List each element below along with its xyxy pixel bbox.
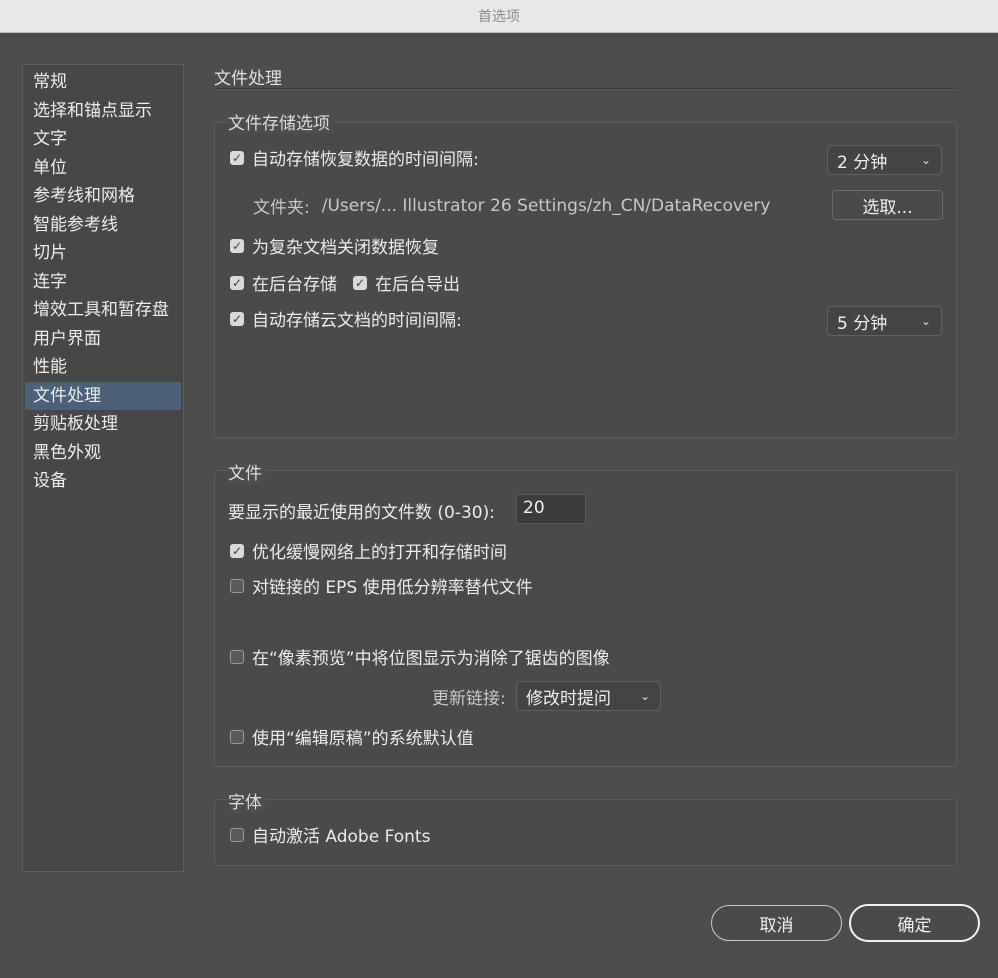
sidebar-item-plugins-scratch-disks[interactable]: 增效工具和暂存盘 [25,296,181,325]
low-res-eps-label: 对链接的 EPS 使用低分辨率替代文件 [252,578,533,598]
update-links-label: 更新链接: [432,689,506,709]
sidebar-item-selection-anchor-display[interactable]: 选择和锚点显示 [25,97,181,126]
autosave-cloud-interval-value: 5 分钟 [837,313,888,334]
files-group-title: 文件 [228,459,266,484]
disable-complex-recovery-checkbox[interactable] [230,238,244,253]
window-title: 首选项 [478,9,520,25]
background-export-checkbox[interactable] [353,275,367,290]
sidebar-item-units[interactable]: 单位 [25,154,181,183]
heading-divider [214,88,956,90]
edit-original-row: 使用“编辑原稿”的系统默认值 [230,724,474,749]
sidebar-item-slices[interactable]: 切片 [25,239,181,268]
preferences-category-list: 常规 选择和锚点显示 文字 单位 参考线和网格 智能参考线 切片 连字 增效工具… [22,64,184,872]
sidebar-item-devices[interactable]: 设备 [25,467,181,496]
background-save-label: 在后台存储 [252,275,337,295]
file-save-options-title: 文件存储选项 [228,109,334,134]
update-links-value: 修改时提问 [526,688,611,709]
low-res-eps-row: 对链接的 EPS 使用低分辨率替代文件 [230,573,533,598]
chevron-down-icon: ⌄ [920,314,931,328]
recent-files-count-input[interactable]: 20 [516,494,586,524]
background-export-label: 在后台导出 [375,275,460,295]
optimize-network-label: 优化缓慢网络上的打开和存储时间 [252,543,507,563]
page-title: 文件处理 [214,69,282,89]
disable-complex-recovery-row: 为复杂文档关闭数据恢复 [230,233,439,258]
auto-activate-fonts-label: 自动激活 Adobe Fonts [252,827,431,847]
antialias-pixel-preview-label: 在“像素预览”中将位图显示为消除了锯齿的图像 [252,649,610,669]
auto-activate-fonts-checkbox[interactable] [230,827,244,842]
choose-folder-button-label: 选取... [862,197,913,218]
chevron-down-icon: ⌄ [920,153,931,167]
recent-files-row: 要显示的最近使用的文件数 (0-30): [228,498,495,523]
autosave-cloud-row: 自动存储云文档的时间间隔: [230,306,462,331]
antialias-pixel-preview-row: 在“像素预览”中将位图显示为消除了锯齿的图像 [230,644,610,669]
low-res-eps-checkbox[interactable] [230,578,244,593]
sidebar-item-hyphenation[interactable]: 连字 [25,268,181,297]
ok-button-label: 确定 [897,915,932,936]
sidebar-item-guides-grid[interactable]: 参考线和网格 [25,182,181,211]
auto-activate-fonts-row: 自动激活 Adobe Fonts [230,822,430,847]
edit-original-checkbox[interactable] [230,729,244,744]
choose-folder-button[interactable]: 选取... [832,190,943,220]
optimize-network-row: 优化缓慢网络上的打开和存储时间 [230,538,507,563]
sidebar-item-clipboard-handling[interactable]: 剪贴板处理 [25,410,181,439]
antialias-pixel-preview-checkbox[interactable] [230,649,244,664]
disable-complex-recovery-label: 为复杂文档关闭数据恢复 [252,238,439,258]
sidebar-item-type[interactable]: 文字 [25,125,181,154]
cancel-button[interactable]: 取消 [711,905,842,941]
chevron-down-icon: ⌄ [639,689,650,703]
window-titlebar: 首选项 [0,0,998,33]
autosave-cloud-checkbox[interactable] [230,311,244,326]
sidebar-item-file-handling[interactable]: 文件处理 [25,381,181,410]
ok-button[interactable]: 确定 [849,904,980,942]
fonts-group-title: 字体 [228,788,266,813]
sidebar-item-smart-guides[interactable]: 智能参考线 [25,211,181,240]
autosave-recovery-interval-value: 2 分钟 [837,152,888,173]
background-save-row: 在后台存储 在后台导出 [230,270,460,295]
autosave-cloud-label: 自动存储云文档的时间间隔: [252,311,462,331]
sidebar-item-user-interface[interactable]: 用户界面 [25,325,181,354]
autosave-recovery-row: 自动存储恢复数据的时间间隔: [230,145,479,170]
autosave-recovery-label: 自动存储恢复数据的时间间隔: [252,150,479,170]
folder-label: 文件夹: [253,198,310,218]
edit-original-label: 使用“编辑原稿”的系统默认值 [252,729,474,749]
background-save-checkbox[interactable] [230,275,244,290]
optimize-network-checkbox[interactable] [230,543,244,558]
autosave-cloud-interval-select[interactable]: 5 分钟 ⌄ [827,306,942,336]
sidebar-item-performance[interactable]: 性能 [25,353,181,382]
update-links-row: 更新链接: [432,684,506,709]
autosave-recovery-checkbox[interactable] [230,150,244,165]
cancel-button-label: 取消 [759,915,794,936]
recent-files-label: 要显示的最近使用的文件数 (0-30): [228,503,495,523]
folder-row: 文件夹: /Users/... Illustrator 26 Settings/… [253,193,771,219]
sidebar-item-general[interactable]: 常规 [25,68,181,97]
sidebar-item-appearance-of-black[interactable]: 黑色外观 [25,439,181,468]
autosave-recovery-interval-select[interactable]: 2 分钟 ⌄ [827,145,942,175]
update-links-select[interactable]: 修改时提问 ⌄ [516,681,661,711]
folder-path: /Users/... Illustrator 26 Settings/zh_CN… [321,195,771,216]
